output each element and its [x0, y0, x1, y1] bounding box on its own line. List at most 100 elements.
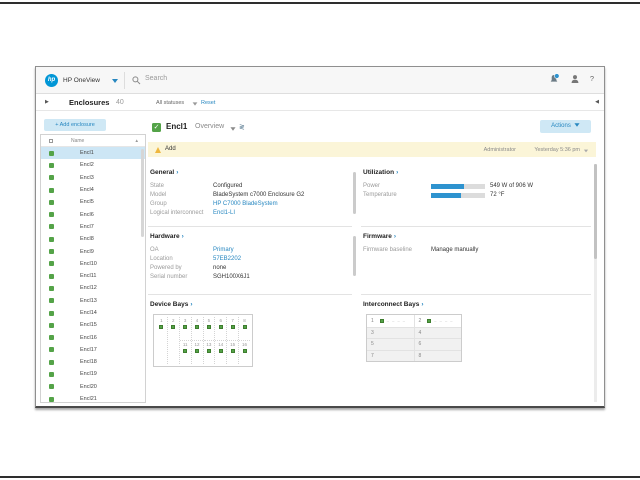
section-link-arrow-icon: › — [421, 301, 423, 308]
notifications-bell-icon[interactable] — [549, 73, 560, 84]
general-heading[interactable]: General› — [150, 169, 352, 176]
device-bay[interactable]: 15 — [227, 340, 238, 364]
sort-ascending-icon[interactable]: ▲ — [135, 138, 139, 143]
hardware-section: Hardware› OAPrimaryLocation57EB2202Power… — [148, 226, 352, 294]
list-item[interactable]: Encl12 — [41, 282, 145, 294]
interconnect-bay[interactable]: 1– – – – — [367, 315, 414, 327]
activity-banner[interactable]: Add Administrator Yesterday 5:36 pm — [148, 142, 596, 157]
status-ok-icon — [49, 163, 54, 168]
list-item[interactable]: Encl5 — [41, 196, 145, 208]
interconnect-bays-section: Interconnect Bays› 1– – – –2– – – –34567… — [361, 294, 591, 362]
status-ok-icon — [49, 384, 54, 389]
add-enclosure-button[interactable]: + Add enclosure — [44, 119, 106, 131]
bay-number: 15 — [230, 342, 235, 348]
list-item[interactable]: Encl8 — [41, 233, 145, 245]
device-bays-heading[interactable]: Device Bays› — [150, 301, 352, 308]
actions-button[interactable]: Actions — [540, 120, 591, 133]
main-scrollbar-thumb[interactable] — [594, 164, 597, 259]
enclosure-name: Encl19 — [80, 371, 97, 377]
list-item[interactable]: Encl1 — [41, 147, 145, 159]
hp-logo-icon: hp — [45, 74, 58, 87]
device-bay[interactable]: 13 — [204, 340, 215, 364]
device-bay[interactable]: 11 — [180, 340, 191, 364]
overview-view-dropdown[interactable]: Overview — [195, 123, 224, 130]
list-item[interactable]: Encl15 — [41, 319, 145, 331]
list-item[interactable]: Encl4 — [41, 184, 145, 196]
list-item[interactable]: Encl17 — [41, 344, 145, 356]
list-item[interactable]: Encl6 — [41, 208, 145, 220]
device-bays-diagram: 12311412513614715816 — [153, 314, 253, 367]
firmware-heading[interactable]: Firmware› — [363, 233, 591, 240]
bay-status-ok-icon — [231, 349, 235, 353]
device-bay[interactable]: 8 — [239, 317, 250, 340]
interconnect-row: 56 — [367, 338, 461, 350]
list-item[interactable]: Encl16 — [41, 331, 145, 343]
device-bay[interactable]: 16 — [239, 340, 250, 364]
field-value-link[interactable]: Encl1-LI — [213, 209, 235, 218]
list-item[interactable]: Encl20 — [41, 381, 145, 393]
device-bay[interactable]: 3 — [180, 317, 191, 340]
list-item[interactable]: Encl11 — [41, 270, 145, 282]
activity-user: Administrator — [484, 147, 516, 153]
list-item[interactable]: Encl7 — [41, 221, 145, 233]
field-value-link[interactable]: 57EB2202 — [213, 255, 241, 264]
list-item[interactable]: Encl14 — [41, 307, 145, 319]
expand-menu-icon[interactable]: ▶ — [45, 99, 49, 105]
bay-number: 2 — [419, 318, 422, 324]
letterbox-line-top — [0, 2, 640, 4]
list-item[interactable]: Encl2 — [41, 159, 145, 171]
field-label: Power — [363, 182, 431, 191]
field-label: Firmware baseline — [363, 246, 431, 255]
collapse-panel-icon[interactable]: ◀ — [595, 99, 599, 105]
field-label: Model — [150, 191, 213, 200]
bay-number: 7 — [371, 353, 374, 359]
status-ok-icon: ✓ — [152, 123, 161, 132]
enclosure-name: Encl8 — [80, 236, 94, 242]
list-scrollbar-thumb[interactable] — [141, 149, 144, 237]
brand-menu-caret-icon[interactable] — [112, 79, 118, 83]
device-bay[interactable]: 5 — [204, 317, 215, 340]
device-bay[interactable]: 4 — [192, 317, 203, 340]
related-views-icon[interactable]: ≷ — [239, 123, 245, 131]
list-item[interactable]: Encl21 — [41, 393, 145, 402]
device-bay-full[interactable]: 2 — [168, 317, 179, 364]
device-bay-full[interactable]: 1 — [156, 317, 167, 364]
enclosure-name: Encl18 — [80, 359, 97, 365]
bay-number: 5 — [371, 341, 374, 347]
list-item[interactable]: Encl18 — [41, 356, 145, 368]
bay-status-ok-icon — [159, 325, 163, 329]
name-column-header[interactable]: Name — [71, 138, 84, 144]
interconnect-bay[interactable]: 2– – – – — [414, 315, 462, 327]
list-item[interactable]: Encl10 — [41, 258, 145, 270]
firmware-section: Firmware› Firmware baselineManage manual… — [361, 226, 591, 294]
help-icon[interactable]: ? — [590, 74, 594, 83]
hardware-heading[interactable]: Hardware› — [150, 233, 352, 240]
field-value: BladeSystem c7000 Enclosure G2 — [213, 191, 304, 200]
field-row: Firmware baselineManage manually — [363, 246, 591, 255]
status-filter-dropdown[interactable]: All statuses — [156, 100, 184, 106]
utilization-row: Temperature72 °F — [363, 191, 591, 200]
bay-number: 6 — [220, 318, 223, 324]
interconnect-row: 78 — [367, 350, 461, 362]
list-item[interactable]: Encl3 — [41, 172, 145, 184]
device-bay[interactable]: 12 — [192, 340, 203, 364]
device-bay[interactable]: 7 — [227, 317, 238, 340]
list-header[interactable]: Name ▲ — [41, 135, 145, 147]
enclosure-name: Encl10 — [80, 261, 97, 267]
list-item[interactable]: Encl9 — [41, 245, 145, 257]
user-account-icon[interactable] — [570, 74, 580, 84]
general-section: General› StateConfiguredModelBladeSystem… — [148, 164, 352, 226]
banner-expand-icon[interactable] — [584, 150, 588, 153]
device-bay[interactable]: 14 — [215, 340, 226, 364]
device-bay[interactable]: 6 — [215, 317, 226, 340]
list-item[interactable]: Encl19 — [41, 368, 145, 380]
field-value-link[interactable]: HP C7000 BladeSystem — [213, 200, 278, 209]
interconnect-bays-heading[interactable]: Interconnect Bays› — [363, 301, 591, 308]
bay-number: 6 — [419, 341, 422, 347]
list-item[interactable]: Encl13 — [41, 295, 145, 307]
reset-filter-link[interactable]: Reset — [201, 100, 215, 106]
bay-number: 13 — [206, 342, 211, 348]
field-value-link[interactable]: Primary — [213, 246, 234, 255]
search-input[interactable]: Search — [132, 73, 472, 88]
utilization-heading[interactable]: Utilization› — [363, 169, 591, 176]
